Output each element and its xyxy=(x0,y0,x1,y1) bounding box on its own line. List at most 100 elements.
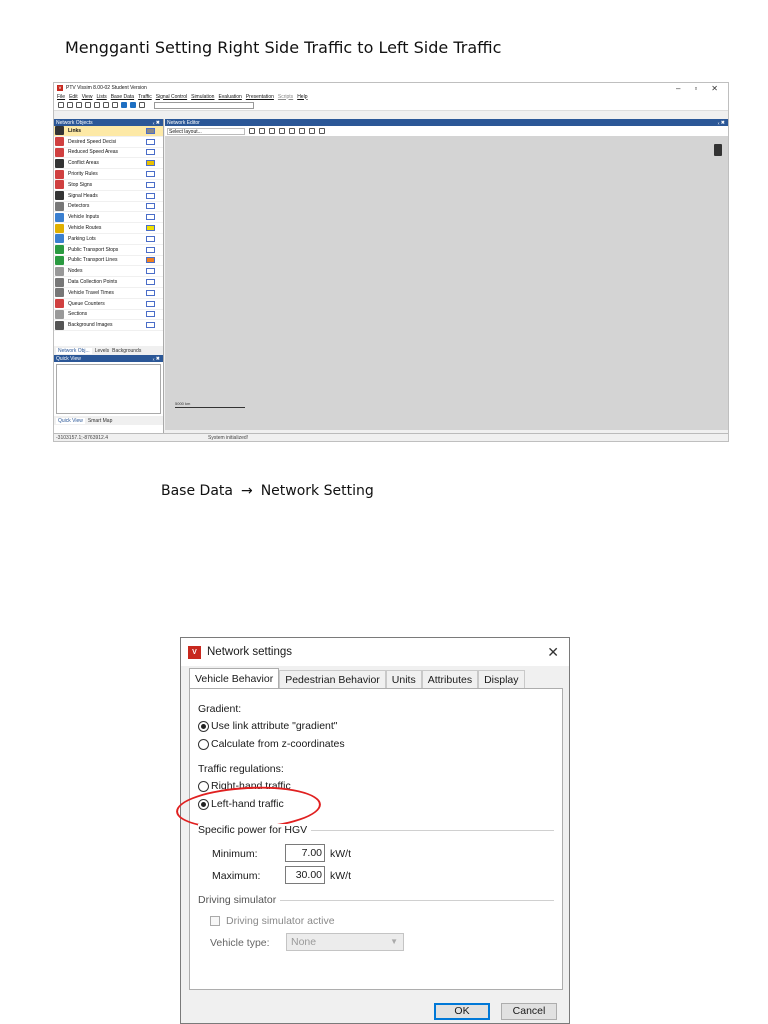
list-item[interactable]: Detectors xyxy=(54,201,163,213)
pan-icon[interactable] xyxy=(249,128,255,134)
list-item[interactable]: Signal Heads xyxy=(54,191,163,202)
maximize-button[interactable]: ▫ xyxy=(694,84,697,93)
color-swatch[interactable] xyxy=(146,246,155,253)
stop-icon[interactable] xyxy=(139,102,145,108)
play-icon[interactable] xyxy=(121,102,127,108)
list-item[interactable]: Conflict Areas xyxy=(54,158,163,170)
list-item[interactable]: Nodes xyxy=(54,266,163,278)
vehicle-type-select[interactable]: None ▼ xyxy=(286,933,404,951)
color-swatch[interactable] xyxy=(146,225,155,232)
menu-lists[interactable]: Lists xyxy=(96,94,106,100)
menu-presentation[interactable]: Presentation xyxy=(246,94,274,100)
color-swatch[interactable] xyxy=(146,149,155,156)
color-swatch[interactable] xyxy=(146,181,155,188)
new-file-icon[interactable] xyxy=(58,102,64,108)
rotate-icon[interactable] xyxy=(269,128,275,134)
ok-button[interactable]: OK xyxy=(434,1003,490,1020)
menu-traffic[interactable]: Traffic xyxy=(138,94,152,100)
color-swatch[interactable] xyxy=(146,127,155,134)
menu-file[interactable]: File xyxy=(57,94,65,100)
menu-evaluation[interactable]: Evaluation xyxy=(218,94,241,100)
fit-icon[interactable] xyxy=(299,128,305,134)
list-item[interactable]: Data Collection Points xyxy=(54,277,163,288)
color-swatch[interactable] xyxy=(146,203,155,210)
color-swatch[interactable] xyxy=(146,279,155,286)
close-icon[interactable]: ✕ xyxy=(547,644,559,661)
list-item[interactable]: Reduced Speed Areas xyxy=(54,147,163,159)
radio-use-link-gradient[interactable]: Use link attribute "gradient" xyxy=(198,720,338,732)
color-swatch[interactable] xyxy=(146,311,155,318)
color-swatch[interactable] xyxy=(146,171,155,178)
menu-base-data[interactable]: Base Data xyxy=(111,94,134,100)
menu-scripts[interactable]: Scripts xyxy=(278,94,293,100)
list-item[interactable]: Parking Lots xyxy=(54,234,163,245)
menu-signal-control[interactable]: Signal Control xyxy=(156,94,187,100)
list-item[interactable]: Background Images xyxy=(54,320,163,332)
zoom-in-icon[interactable] xyxy=(279,128,285,134)
list-item[interactable]: Vehicle Routes xyxy=(54,223,163,234)
color-swatch[interactable] xyxy=(146,138,155,145)
tab-pedestrian-behavior[interactable]: Pedestrian Behavior xyxy=(279,670,386,688)
color-swatch[interactable] xyxy=(146,257,155,264)
tab-smart-map[interactable]: Smart Map xyxy=(88,418,112,424)
toolbar-dropdown[interactable] xyxy=(154,101,254,109)
driving-simulator-checkbox[interactable]: Driving simulator active xyxy=(210,915,335,927)
tab-units[interactable]: Units xyxy=(385,670,422,688)
zoom-icon[interactable] xyxy=(103,102,109,108)
list-item[interactable]: Desired Speed Decisi xyxy=(54,137,163,148)
forward-icon[interactable] xyxy=(319,128,325,134)
settings-icon[interactable] xyxy=(112,102,118,108)
close-button[interactable]: ✕ xyxy=(711,84,718,93)
editor-controls[interactable]: ₓ ✖ xyxy=(718,120,725,126)
list-item[interactable]: Stop Signs xyxy=(54,180,163,191)
minimize-button[interactable]: – xyxy=(676,84,680,93)
tab-vehicle-behavior[interactable]: Vehicle Behavior xyxy=(189,668,280,688)
menu-edit[interactable]: Edit xyxy=(69,94,78,100)
back-icon[interactable] xyxy=(309,128,315,134)
zoom-out-icon[interactable] xyxy=(289,128,295,134)
network-object-icon xyxy=(55,234,64,244)
step-icon[interactable] xyxy=(130,102,136,108)
list-item[interactable]: Sections xyxy=(54,309,163,321)
tab-display[interactable]: Display xyxy=(478,670,525,688)
color-swatch[interactable] xyxy=(146,235,155,242)
menu-view[interactable]: View xyxy=(82,94,93,100)
open-file-icon[interactable] xyxy=(67,102,73,108)
list-item[interactable]: Priority Rules xyxy=(54,169,163,180)
color-swatch[interactable] xyxy=(146,192,155,199)
network-object-label: Stop Signs xyxy=(68,181,93,188)
cancel-button[interactable]: Cancel xyxy=(501,1003,557,1020)
quick-view-controls[interactable]: ₓ ✖ xyxy=(153,356,160,362)
minimum-input[interactable]: 7.00 xyxy=(285,844,325,862)
list-item[interactable]: Vehicle Inputs xyxy=(54,212,163,224)
layout-select[interactable]: Select layout... xyxy=(167,127,245,135)
redo-icon[interactable] xyxy=(94,102,100,108)
tab-backgrounds[interactable]: Backgrounds xyxy=(112,348,141,354)
color-swatch[interactable] xyxy=(146,268,155,275)
maximum-input[interactable]: 30.00 xyxy=(285,866,325,884)
undo-icon[interactable] xyxy=(85,102,91,108)
color-swatch[interactable] xyxy=(146,214,155,221)
list-item[interactable]: Vehicle Travel Times xyxy=(54,288,163,299)
menu-help[interactable]: Help xyxy=(297,94,307,100)
tab-quick-view[interactable]: Quick View xyxy=(56,417,85,424)
color-swatch[interactable] xyxy=(146,289,155,296)
list-item[interactable]: Queue Counters xyxy=(54,299,163,310)
network-editor-canvas[interactable]: 5000 km xyxy=(165,136,728,430)
tab-levels[interactable]: Levels xyxy=(95,348,109,354)
color-swatch[interactable] xyxy=(146,160,155,167)
save-icon[interactable] xyxy=(76,102,82,108)
grid-icon[interactable] xyxy=(259,128,265,134)
vehicle-type-value: None xyxy=(291,936,317,948)
list-item[interactable]: Public Transport Stops xyxy=(54,245,163,256)
radio-calc-z-coordinates[interactable]: Calculate from z-coordinates xyxy=(198,738,345,750)
color-swatch[interactable] xyxy=(146,300,155,307)
tab-attributes[interactable]: Attributes xyxy=(421,670,479,688)
list-item[interactable]: Public Transport Lines xyxy=(54,255,163,267)
pane-controls[interactable]: ₓ ✖ xyxy=(153,120,160,126)
tab-network-objects[interactable]: Network Obj... xyxy=(56,347,92,354)
network-object-icon xyxy=(55,266,64,276)
menu-simulation[interactable]: Simulation xyxy=(191,94,214,100)
color-swatch[interactable] xyxy=(146,322,155,329)
list-item[interactable]: Links xyxy=(54,126,163,137)
